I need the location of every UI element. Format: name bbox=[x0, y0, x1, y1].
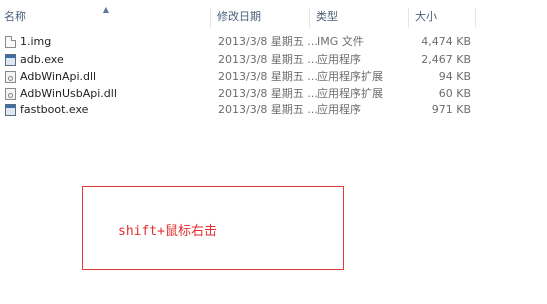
file-name: AdbWinApi.dll bbox=[20, 70, 97, 83]
file-name: adb.exe bbox=[20, 53, 64, 66]
file-type: 应用程序扩展 bbox=[317, 70, 383, 83]
file-date: 2013/3/8 星期五 ... bbox=[218, 70, 318, 83]
file-size: 4,474 KB bbox=[421, 35, 471, 48]
column-header-name[interactable]: 名称 bbox=[4, 6, 26, 28]
column-divider[interactable] bbox=[309, 8, 310, 28]
dll-file-icon bbox=[5, 71, 16, 83]
file-size: 94 KB bbox=[438, 70, 471, 83]
column-divider[interactable] bbox=[475, 8, 476, 28]
file-type: 应用程序 bbox=[317, 53, 361, 66]
file-date: 2013/3/8 星期五 ... bbox=[218, 103, 318, 116]
file-date: 2013/3/8 星期五 ... bbox=[218, 35, 318, 48]
file-type: IMG 文件 bbox=[317, 35, 364, 48]
image-file-icon bbox=[5, 36, 16, 48]
column-divider[interactable] bbox=[408, 8, 409, 28]
column-header-date[interactable]: 修改日期 bbox=[217, 6, 261, 28]
column-header: ▲ 名称 修改日期 类型 大小 bbox=[0, 6, 476, 28]
file-row[interactable]: adb.exe 2013/3/8 星期五 ... 应用程序 2,467 KB bbox=[0, 51, 476, 69]
file-row[interactable]: 1.img 2013/3/8 星期五 ... IMG 文件 4,474 KB bbox=[0, 33, 476, 51]
sort-ascending-icon: ▲ bbox=[102, 5, 110, 14]
annotation-text: shift+鼠标右击 bbox=[118, 224, 217, 239]
column-header-size[interactable]: 大小 bbox=[415, 6, 437, 28]
column-header-type[interactable]: 类型 bbox=[316, 6, 338, 28]
column-divider[interactable] bbox=[210, 8, 211, 28]
annotation-box: shift+鼠标右击 bbox=[82, 186, 344, 270]
file-size: 971 KB bbox=[431, 103, 471, 116]
exe-file-icon bbox=[5, 54, 16, 66]
exe-file-icon bbox=[5, 104, 16, 116]
file-size: 2,467 KB bbox=[421, 53, 471, 66]
file-name: fastboot.exe bbox=[20, 103, 89, 116]
file-row[interactable]: AdbWinApi.dll 2013/3/8 星期五 ... 应用程序扩展 94… bbox=[0, 68, 476, 86]
file-name: 1.img bbox=[20, 35, 52, 48]
file-date: 2013/3/8 星期五 ... bbox=[218, 53, 318, 66]
file-row-selected[interactable]: fastboot.exe 2013/3/8 星期五 ... 应用程序 971 K… bbox=[0, 101, 476, 119]
file-type: 应用程序 bbox=[317, 103, 361, 116]
dll-file-icon bbox=[5, 88, 16, 100]
